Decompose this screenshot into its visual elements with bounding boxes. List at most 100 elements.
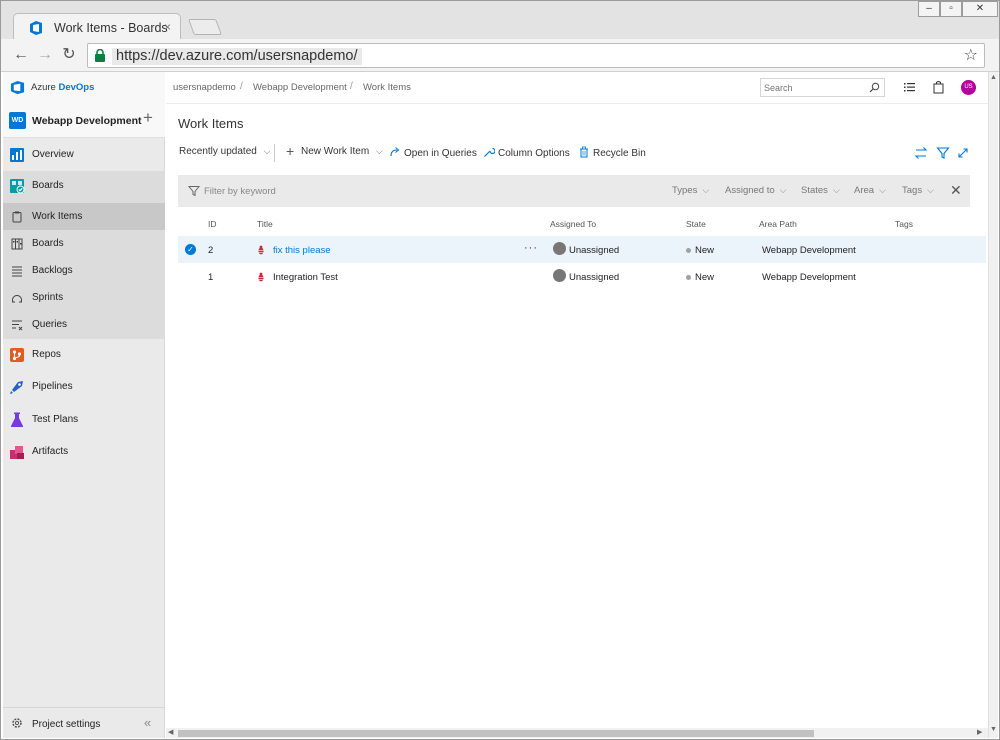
- minimize-icon[interactable]: –: [918, 1, 940, 17]
- breadcrumb-separator: /: [350, 81, 353, 92]
- chevron-down-icon: ⌵: [927, 185, 934, 195]
- sidebar-item-boards-sub[interactable]: Boards: [3, 230, 165, 257]
- area-path-value: Webapp Development: [762, 245, 856, 256]
- sidebar-item-artifacts[interactable]: Artifacts: [3, 437, 165, 467]
- view-selector-label: Recently updated: [179, 146, 257, 157]
- state-dot-icon: [686, 275, 691, 280]
- main-content: usersnapdemo / Webapp Development / Work…: [166, 72, 988, 738]
- scrollbar-thumb[interactable]: [178, 730, 814, 737]
- search-box[interactable]: [760, 78, 885, 97]
- more-actions-icon[interactable]: ···: [524, 242, 538, 254]
- checkmark-icon[interactable]: ✓: [185, 244, 196, 255]
- sidebar-item-test-plans[interactable]: Test Plans: [3, 405, 165, 435]
- bug-icon: [258, 245, 264, 255]
- sidebar-item-label: Sprints: [32, 292, 64, 303]
- project-header[interactable]: WD Webapp Development +: [3, 104, 165, 138]
- gear-icon: [12, 718, 22, 728]
- forward-icon[interactable]: →: [35, 45, 55, 65]
- avatar[interactable]: US: [961, 80, 976, 95]
- sidebar-item-boards[interactable]: Boards: [3, 171, 165, 201]
- sidebar-item-label: Backlogs: [32, 265, 73, 276]
- new-tab-button[interactable]: [188, 19, 222, 35]
- scroll-right-icon[interactable]: ▶: [977, 728, 982, 736]
- assigned-to-value: Unassigned: [569, 272, 620, 283]
- state-value: New: [695, 245, 715, 256]
- horizontal-scrollbar[interactable]: ◀ ▶: [166, 728, 988, 738]
- area-filter-dropdown[interactable]: Area ⌵: [854, 185, 886, 196]
- filter-bar: Filter by keyword Types ⌵ Assigned to ⌵ St…: [178, 175, 970, 207]
- chevron-down-icon: ⌵: [263, 146, 271, 156]
- sidebar-item-repos[interactable]: Repos: [3, 340, 165, 370]
- sort-arrows-icon[interactable]: [914, 146, 928, 160]
- wrench-icon: [484, 147, 495, 157]
- fullscreen-icon[interactable]: [956, 146, 970, 160]
- recycle-bin-label: Recycle Bin: [593, 148, 646, 159]
- search-input[interactable]: [764, 81, 862, 94]
- work-item-title-link[interactable]: fix this please: [273, 245, 331, 256]
- sidebar-item-label: Boards: [32, 238, 64, 249]
- filter-keyword-input[interactable]: Filter by keyword: [204, 186, 276, 197]
- column-header-id[interactable]: ID: [208, 219, 217, 229]
- browser-tab[interactable]: Work Items - Boards ×: [13, 13, 181, 41]
- table-row[interactable]: 1 Integration Test Unassigned New Webapp…: [178, 263, 986, 290]
- sidebar-item-sprints[interactable]: Sprints: [3, 284, 165, 311]
- breadcrumb-page[interactable]: Work Items: [363, 82, 411, 93]
- collapse-sidebar-icon[interactable]: «: [144, 715, 151, 730]
- add-icon[interactable]: +: [143, 108, 153, 128]
- bookmark-star-icon[interactable]: ☆: [964, 45, 978, 65]
- work-item-title-link[interactable]: Integration Test: [273, 272, 338, 283]
- brand-header[interactable]: Azure DevOps: [3, 72, 165, 104]
- brand-name: Azure DevOps: [31, 82, 95, 93]
- tags-filter-dropdown[interactable]: Tags ⌵: [902, 185, 934, 196]
- scroll-down-icon[interactable]: ▼: [990, 726, 997, 733]
- column-header-tags[interactable]: Tags: [895, 219, 913, 229]
- boards-icon: [10, 179, 25, 194]
- filter-icon[interactable]: [936, 146, 950, 160]
- url-text[interactable]: https://dev.azure.com/usersnapdemo/: [112, 48, 362, 65]
- chevron-down-icon: ⌵: [832, 185, 840, 195]
- column-header-state[interactable]: State: [686, 219, 706, 229]
- address-bar[interactable]: https://dev.azure.com/usersnapdemo/ ☆: [87, 43, 985, 68]
- breadcrumb-org[interactable]: usersnapdemo: [173, 82, 236, 93]
- column-header-title[interactable]: Title: [257, 219, 273, 229]
- project-badge: WD: [9, 112, 26, 129]
- back-icon[interactable]: ←: [11, 45, 31, 65]
- scroll-left-icon[interactable]: ◀: [168, 728, 173, 736]
- breadcrumb-project[interactable]: Webapp Development: [253, 82, 347, 93]
- maximize-icon[interactable]: ▫: [940, 1, 962, 17]
- column-header-area-path[interactable]: Area Path: [759, 219, 797, 229]
- column-header-assigned-to[interactable]: Assigned To: [550, 219, 596, 229]
- recycle-bin-button[interactable]: Recycle Bin: [578, 146, 646, 159]
- sidebar-item-queries[interactable]: Queries: [3, 311, 165, 338]
- sidebar-item-backlogs[interactable]: Backlogs: [3, 257, 165, 284]
- state-value: New: [695, 272, 715, 283]
- azure-devops-logo-icon: [10, 80, 25, 95]
- marketplace-bag-icon[interactable]: [932, 80, 945, 94]
- test-plans-icon: [10, 412, 24, 427]
- types-filter-dropdown[interactable]: Types ⌵: [672, 185, 709, 196]
- reload-icon[interactable]: ↻: [59, 45, 79, 65]
- sidebar-item-overview[interactable]: Overview: [3, 140, 165, 170]
- new-work-item-button[interactable]: + New Work Item ⌵: [286, 143, 383, 159]
- open-in-queries-button[interactable]: Open in Queries: [389, 146, 477, 159]
- project-settings[interactable]: Project settings «: [3, 707, 165, 738]
- list-settings-icon[interactable]: [903, 80, 916, 94]
- chevron-down-icon: ⌵: [375, 146, 383, 156]
- tab-close-icon[interactable]: ×: [164, 20, 171, 34]
- close-icon[interactable]: ✕: [950, 182, 962, 199]
- view-selector-dropdown[interactable]: Recently updated ⌵: [179, 146, 270, 157]
- column-options-button[interactable]: Column Options: [483, 146, 570, 159]
- assigned-to-filter-dropdown[interactable]: Assigned to ⌵: [725, 185, 786, 196]
- search-icon[interactable]: [869, 82, 880, 93]
- chevron-down-icon: ⌵: [702, 185, 710, 195]
- states-filter-dropdown[interactable]: States ⌵: [801, 185, 840, 196]
- sidebar-item-pipelines[interactable]: Pipelines: [3, 372, 165, 402]
- table-row[interactable]: ✓ 2 fix this please ··· Unassigned New W…: [178, 236, 986, 263]
- vertical-scrollbar[interactable]: ▲ ▼: [988, 72, 998, 738]
- scroll-up-icon[interactable]: ▲: [990, 74, 997, 81]
- close-window-icon[interactable]: ✕: [962, 1, 998, 17]
- overview-icon: [10, 148, 24, 162]
- sidebar-item-work-items[interactable]: Work Items: [3, 203, 165, 230]
- plus-icon: +: [286, 143, 295, 159]
- unassigned-user-icon: [553, 269, 566, 282]
